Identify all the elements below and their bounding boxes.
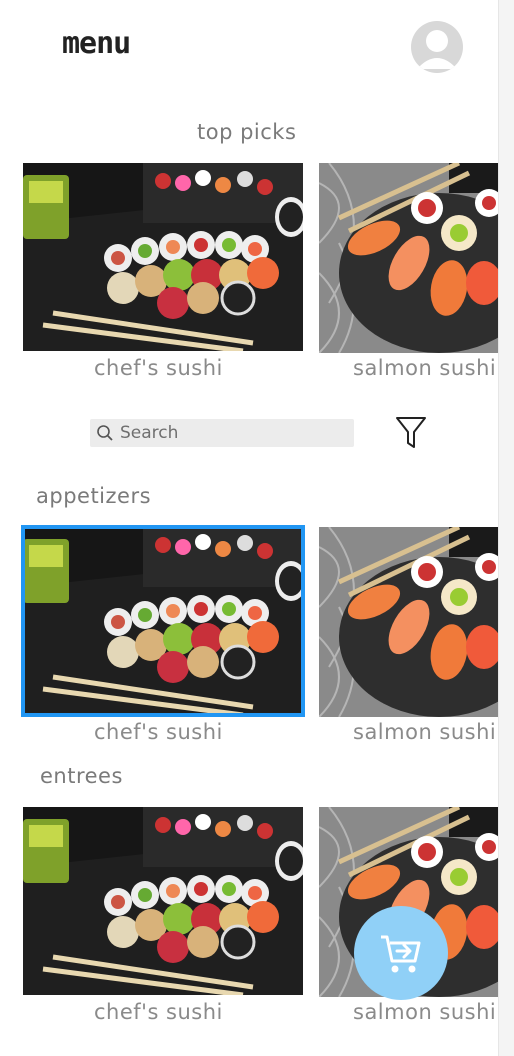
section-title-top-picks: top picks	[197, 120, 297, 144]
search-placeholder: Search	[120, 423, 179, 443]
section-title-appetizers: appetizers	[36, 484, 152, 508]
food-card-chefs-sushi[interactable]	[23, 807, 303, 995]
food-card-salmon-sushi[interactable]	[319, 163, 498, 353]
search-input[interactable]: Search	[90, 419, 354, 447]
food-label: chef's sushi	[94, 720, 223, 744]
food-label: chef's sushi	[94, 356, 223, 380]
menu-screen: menu top picks chef's sushi salmon sushi…	[0, 0, 498, 1056]
food-label: salmon sushi	[353, 1000, 497, 1024]
section-title-entrees: entrees	[40, 764, 123, 788]
food-label: salmon sushi	[353, 720, 497, 744]
food-card-salmon-sushi[interactable]	[319, 527, 498, 717]
food-card-chefs-sushi[interactable]	[23, 163, 303, 351]
food-label: salmon sushi	[353, 356, 497, 380]
user-avatar-icon[interactable]	[411, 21, 463, 73]
scrollbar[interactable]	[498, 0, 514, 1056]
food-card-chefs-sushi[interactable]	[21, 525, 305, 717]
add-to-cart-button[interactable]	[354, 906, 448, 1000]
search-icon	[97, 425, 113, 441]
add-to-cart-icon	[381, 935, 421, 973]
food-label: chef's sushi	[94, 1000, 223, 1024]
filter-icon[interactable]	[394, 414, 428, 450]
page-title: menu	[62, 26, 131, 61]
